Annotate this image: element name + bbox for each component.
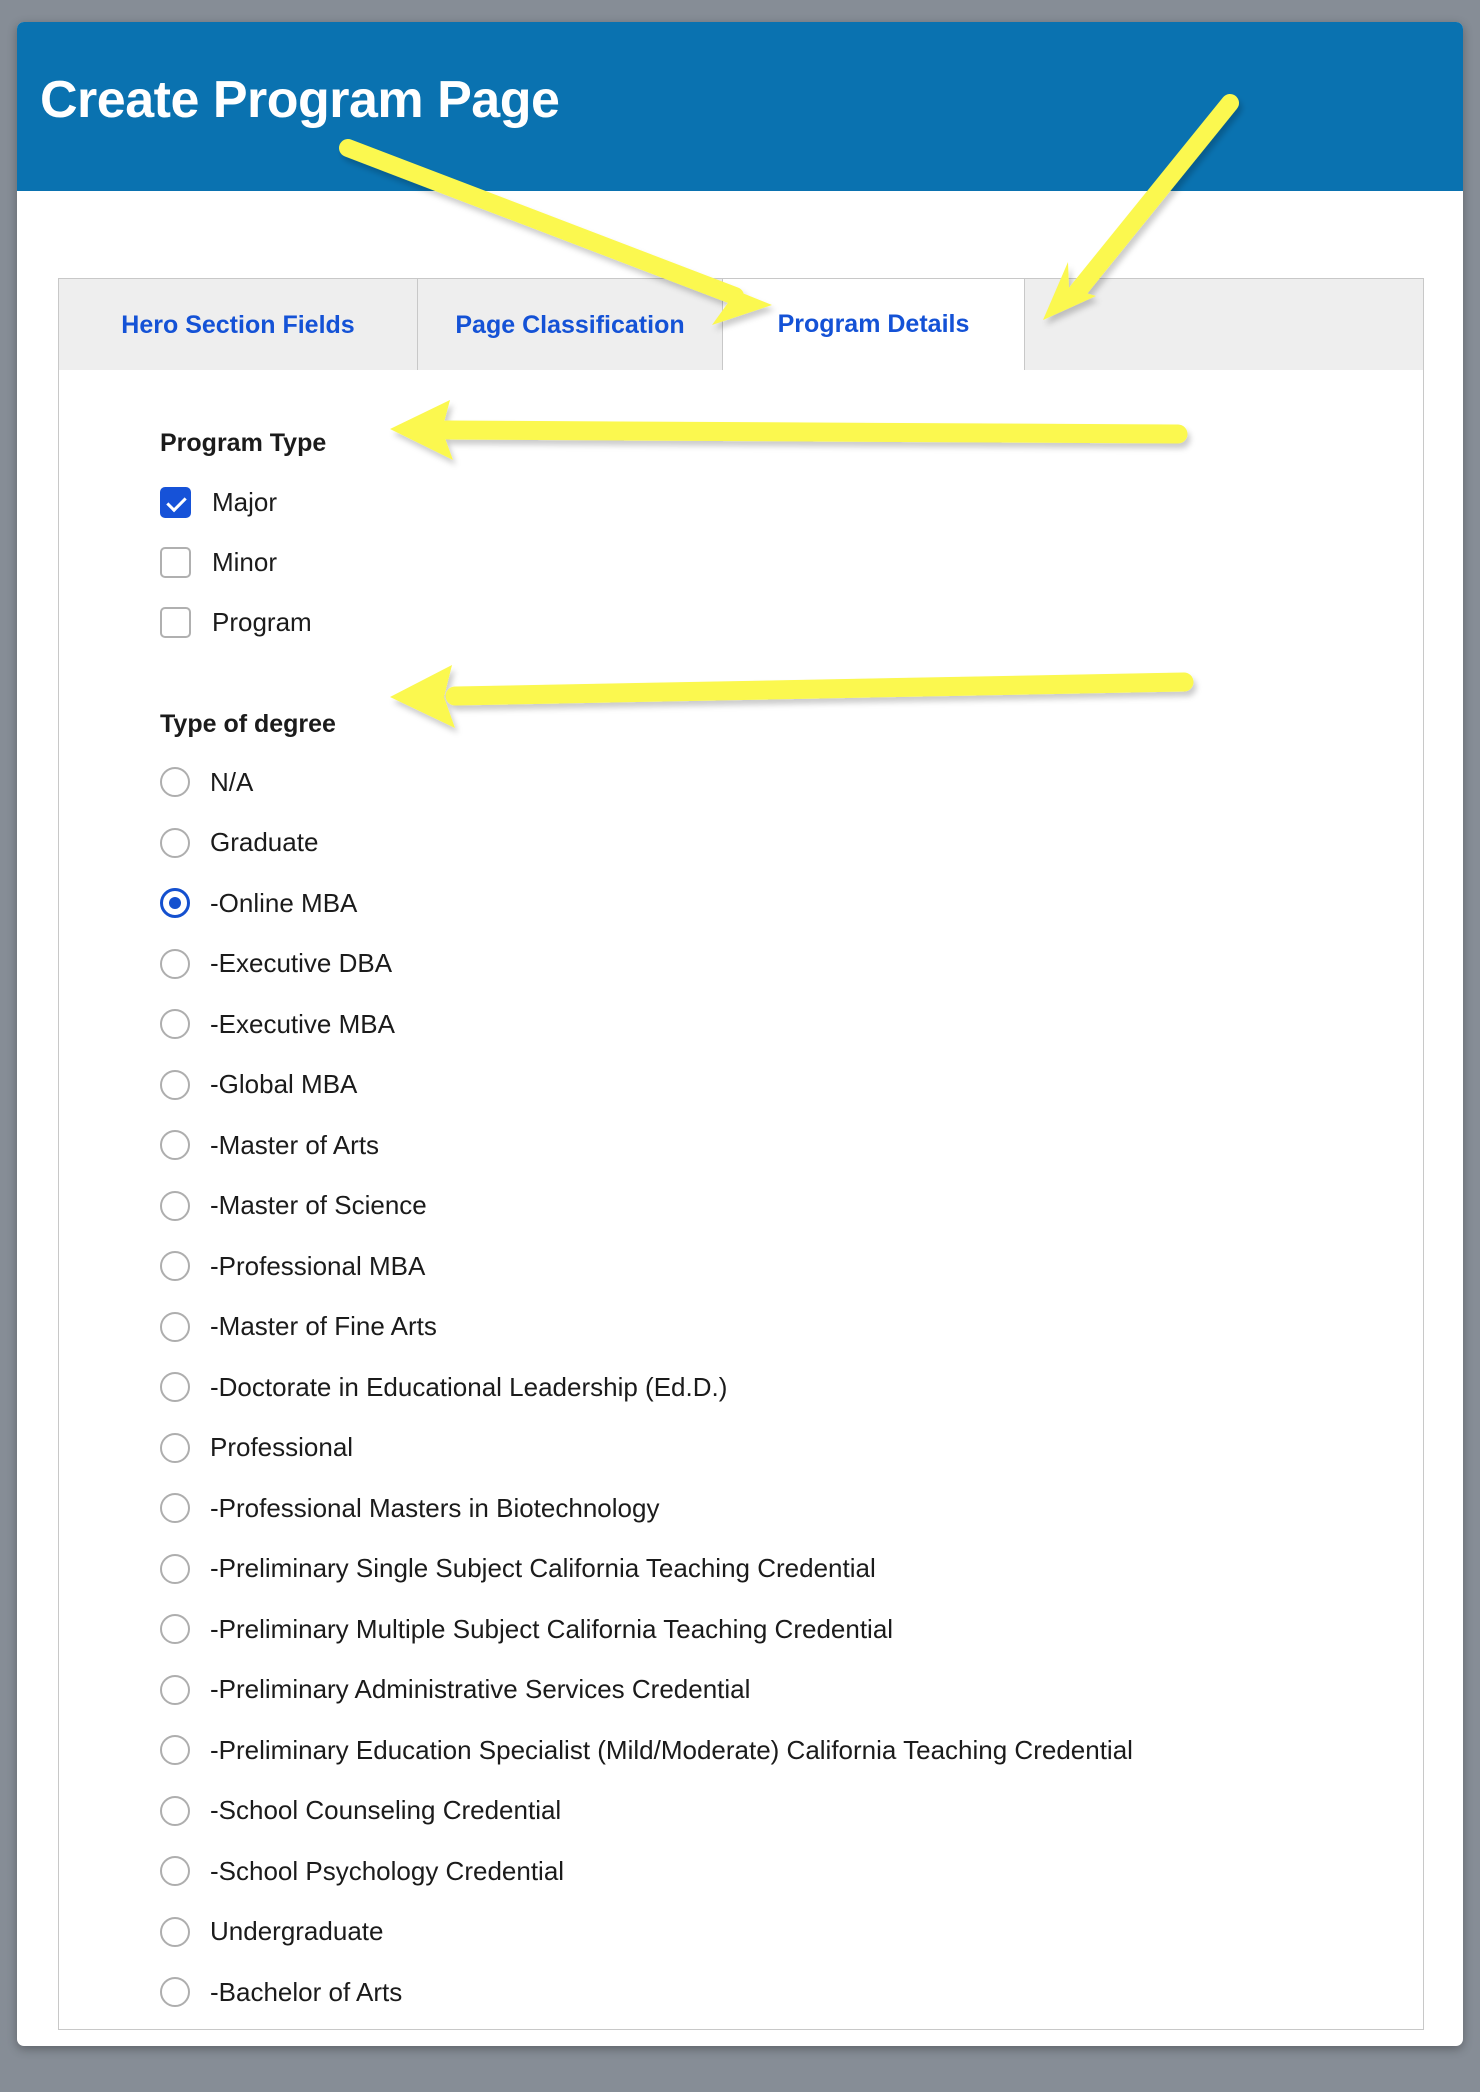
- type-of-degree-option-row[interactable]: -Master of Arts: [160, 1115, 1133, 1176]
- checkbox-checked-icon[interactable]: [160, 486, 191, 518]
- radio-icon[interactable]: [160, 1251, 190, 1282]
- program-type-option-label: Minor: [212, 546, 278, 577]
- type-of-degree-option-row[interactable]: -School Psychology Credential: [160, 1841, 1133, 1902]
- type-of-degree-option-label: -Professional Masters in Biotechnology: [210, 1492, 660, 1523]
- program-type-option-row[interactable]: Major: [160, 472, 312, 532]
- type-of-degree-option-label: -Preliminary Administrative Services Cre…: [210, 1674, 751, 1705]
- type-of-degree-option-label: -Master of Fine Arts: [210, 1311, 437, 1342]
- type-of-degree-option-label: -Professional MBA: [210, 1250, 426, 1281]
- type-of-degree-option-label: -Bachelor of Arts: [210, 1976, 403, 2007]
- tab-label: Program Details: [777, 310, 970, 338]
- type-of-degree-option-row[interactable]: Undergraduate: [160, 1902, 1133, 1963]
- radio-icon[interactable]: [160, 1009, 190, 1040]
- type-of-degree-option-label: -Preliminary Single Subject California T…: [210, 1553, 876, 1584]
- type-of-degree-option-row[interactable]: Graduate: [160, 813, 1133, 874]
- type-of-degree-option-label: -School Psychology Credential: [210, 1855, 565, 1886]
- type-of-degree-option-row[interactable]: -Preliminary Administrative Services Cre…: [160, 1660, 1133, 1721]
- type-of-degree-option-label: Undergraduate: [210, 1916, 384, 1947]
- type-of-degree-option-label: -School Counseling Credential: [210, 1795, 562, 1826]
- program-type-checkbox-group: Major Minor Program: [160, 472, 312, 652]
- radio-icon[interactable]: [160, 1916, 190, 1947]
- radio-icon[interactable]: [160, 1069, 190, 1100]
- type-of-degree-option-label: -Master of Arts: [210, 1129, 380, 1160]
- program-type-option-row[interactable]: Program: [160, 592, 312, 652]
- type-of-degree-option-label: Professional: [210, 1432, 354, 1463]
- type-of-degree-option-label: Graduate: [210, 827, 319, 858]
- type-of-degree-option-row[interactable]: -Professional Masters in Biotechnology: [160, 1478, 1133, 1539]
- type-of-degree-radio-group: N/A Graduate -Online MBA -Executive DBA -Exe…: [160, 752, 1133, 2023]
- type-of-degree-option-row[interactable]: N/A: [160, 752, 1133, 813]
- type-of-degree-option-label: -Executive MBA: [210, 1008, 395, 1039]
- radio-icon[interactable]: [160, 1856, 190, 1887]
- type-of-degree-option-label: -Master of Science: [210, 1190, 427, 1221]
- radio-icon[interactable]: [160, 948, 190, 979]
- radio-selected-icon[interactable]: [160, 888, 190, 919]
- type-of-degree-option-row[interactable]: -Executive DBA: [160, 934, 1133, 995]
- program-type-option-row[interactable]: Minor: [160, 532, 312, 592]
- tab-strip-filler: [1025, 279, 1423, 371]
- radio-icon[interactable]: [160, 827, 190, 858]
- type-of-degree-option-row[interactable]: Professional: [160, 1418, 1133, 1479]
- radio-icon[interactable]: [160, 1795, 190, 1826]
- radio-icon[interactable]: [160, 1493, 190, 1524]
- type-of-degree-option-row[interactable]: -Bachelor of Arts: [160, 1962, 1133, 2023]
- type-of-degree-option-row[interactable]: -School Counseling Credential: [160, 1781, 1133, 1842]
- type-of-degree-option-row[interactable]: -Doctorate in Educational Leadership (Ed…: [160, 1357, 1133, 1418]
- program-details-panel: Program Type Major Minor Program Type of d…: [58, 370, 1424, 2030]
- tab-strip: Hero Section Fields Page Classification …: [58, 278, 1424, 371]
- radio-icon[interactable]: [160, 1735, 190, 1766]
- radio-icon[interactable]: [160, 1190, 190, 1221]
- program-type-group-label: Program Type: [160, 429, 327, 457]
- page-title: Create Program Page: [40, 71, 560, 129]
- type-of-degree-option-row[interactable]: -Master of Science: [160, 1176, 1133, 1237]
- type-of-degree-option-row[interactable]: -Global MBA: [160, 1055, 1133, 1116]
- type-of-degree-option-row[interactable]: -Preliminary Multiple Subject California…: [160, 1599, 1133, 1660]
- radio-icon[interactable]: [160, 1311, 190, 1342]
- type-of-degree-option-label: -Global MBA: [210, 1069, 358, 1100]
- radio-icon[interactable]: [160, 767, 190, 798]
- program-type-option-label: Program: [212, 606, 312, 637]
- type-of-degree-option-row[interactable]: -Professional MBA: [160, 1236, 1133, 1297]
- application-card: Create Program Page Hero Section Fields …: [17, 22, 1463, 2046]
- tab-page-classification[interactable]: Page Classification: [418, 279, 723, 371]
- radio-icon[interactable]: [160, 1372, 190, 1403]
- page-header: Create Program Page: [17, 22, 1463, 191]
- tab-label: Page Classification: [455, 310, 685, 339]
- tab-program-details[interactable]: Program Details: [723, 279, 1025, 371]
- radio-icon[interactable]: [160, 1674, 190, 1705]
- type-of-degree-option-label: -Doctorate in Educational Leadership (Ed…: [210, 1371, 728, 1402]
- type-of-degree-option-row[interactable]: -Executive MBA: [160, 994, 1133, 1055]
- radio-icon[interactable]: [160, 1977, 190, 2008]
- radio-icon[interactable]: [160, 1614, 190, 1645]
- checkbox-icon[interactable]: [160, 606, 191, 638]
- program-type-option-label: Major: [212, 486, 278, 517]
- type-of-degree-option-row[interactable]: -Preliminary Single Subject California T…: [160, 1539, 1133, 1600]
- type-of-degree-option-label: N/A: [210, 766, 254, 797]
- radio-icon[interactable]: [160, 1432, 190, 1463]
- tab-hero-section-fields[interactable]: Hero Section Fields: [59, 279, 418, 371]
- radio-icon[interactable]: [160, 1553, 190, 1584]
- type-of-degree-option-label: -Executive DBA: [210, 948, 393, 979]
- type-of-degree-option-label: -Online MBA: [210, 887, 358, 918]
- tab-label: Hero Section Fields: [121, 310, 355, 339]
- radio-icon[interactable]: [160, 1130, 190, 1161]
- type-of-degree-option-row[interactable]: -Online MBA: [160, 873, 1133, 934]
- type-of-degree-option-label: -Preliminary Education Specialist (Mild/…: [210, 1734, 1133, 1765]
- type-of-degree-option-label: -Preliminary Multiple Subject California…: [210, 1613, 894, 1644]
- checkbox-icon[interactable]: [160, 546, 191, 578]
- type-of-degree-option-row[interactable]: -Preliminary Education Specialist (Mild/…: [160, 1720, 1133, 1781]
- type-of-degree-group-label: Type of degree: [160, 710, 336, 738]
- type-of-degree-option-row[interactable]: -Master of Fine Arts: [160, 1297, 1133, 1358]
